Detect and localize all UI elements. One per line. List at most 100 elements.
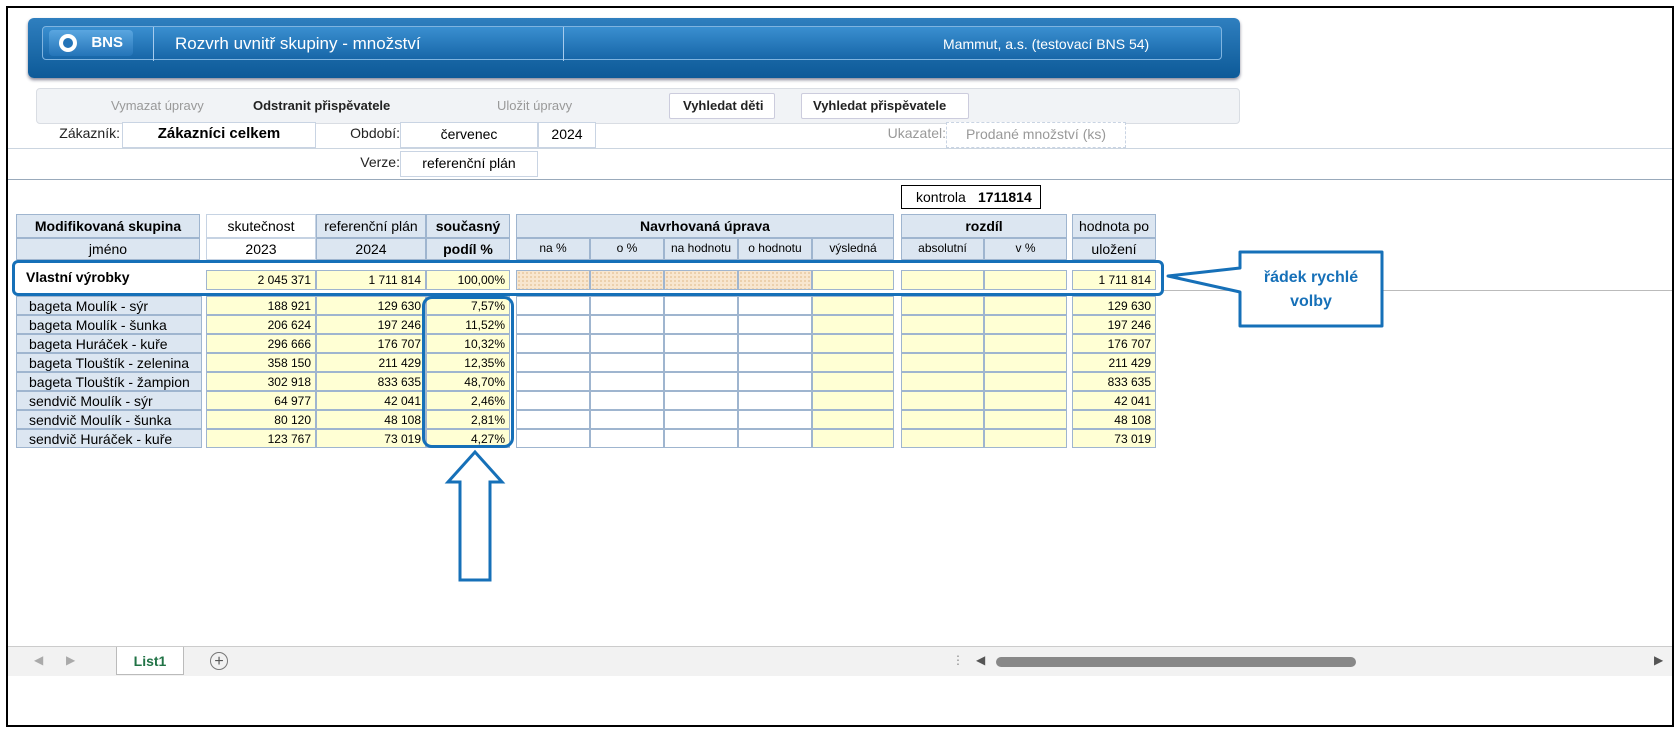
customer-field[interactable]: Zákazníci celkem	[122, 122, 316, 148]
toolbar: Vymazat úpravy Odstranit přispěvatele Ul…	[36, 88, 1240, 124]
row-o-pct-input[interactable]	[590, 429, 664, 448]
row-o-val-input[interactable]	[738, 391, 812, 410]
row-na-pct-input[interactable]	[516, 429, 590, 448]
row-result	[812, 429, 894, 448]
row-o-val-input[interactable]	[738, 296, 812, 315]
version-field[interactable]: referenční plán	[400, 151, 538, 177]
row-v-pct	[984, 315, 1067, 334]
row-after: 211 429	[1072, 353, 1156, 372]
row-ref: 42 041	[316, 391, 426, 410]
add-sheet-icon[interactable]: +	[210, 652, 228, 670]
row-absolute	[901, 372, 984, 391]
app-header: BNS Rozvrh uvnitř skupiny - množství Mam…	[28, 18, 1240, 78]
scroll-right-icon[interactable]: ▶	[1654, 653, 1663, 667]
row-name[interactable]: bageta Tlouštík - zelenina	[16, 353, 202, 372]
row-o-pct-input[interactable]	[590, 315, 664, 334]
share-column-callout	[422, 296, 514, 448]
row-o-val-input[interactable]	[738, 372, 812, 391]
scroll-left-icon[interactable]: ◀	[976, 653, 985, 667]
row-actual: 296 666	[206, 334, 316, 353]
row-v-pct	[984, 296, 1067, 315]
save-edits-button[interactable]: Uložit úpravy	[497, 95, 572, 117]
find-contributor-button[interactable]: Vyhledat přispěvatele	[813, 95, 946, 117]
row-after: 42 041	[1072, 391, 1156, 410]
indicator-label: Ukazatel:	[887, 125, 946, 141]
header-group: Modifikovaná skupina	[16, 214, 200, 238]
row-na-val-input[interactable]	[664, 315, 738, 334]
row-name[interactable]: bageta Moulík - sýr	[16, 296, 202, 315]
row-absolute	[901, 391, 984, 410]
annotation-text-line2: volby	[1290, 293, 1332, 310]
row-na-pct-input[interactable]	[516, 372, 590, 391]
row-o-pct-input[interactable]	[590, 334, 664, 353]
row-na-pct-input[interactable]	[516, 296, 590, 315]
row-actual: 206 624	[206, 315, 316, 334]
row-after: 73 019	[1072, 429, 1156, 448]
period-year-field[interactable]: 2024	[538, 122, 596, 148]
remove-contributor-button[interactable]: Odstranit přispěvatele	[253, 95, 390, 117]
row-absolute	[901, 315, 984, 334]
row-name[interactable]: sendvič Huráček - kuře	[16, 429, 202, 448]
quick-row-callout	[12, 260, 1164, 296]
row-na-pct-input[interactable]	[516, 353, 590, 372]
logo-text: BNS	[91, 34, 123, 51]
row-o-val-input[interactable]	[738, 315, 812, 334]
next-sheet-icon[interactable]: ▶	[66, 653, 75, 667]
row-name[interactable]: bageta Tlouštík - žampion	[16, 372, 202, 391]
row-name[interactable]: sendvič Moulík - sýr	[16, 391, 202, 410]
form-bottom-divider	[8, 179, 1672, 180]
indicator-field[interactable]: Prodané množství (ks)	[946, 122, 1126, 148]
row-na-val-input[interactable]	[664, 353, 738, 372]
clear-edits-button[interactable]: Vymazat úpravy	[111, 95, 204, 117]
row-na-pct-input[interactable]	[516, 391, 590, 410]
row-name[interactable]: sendvič Moulík - šunka	[16, 410, 202, 429]
header-separator	[153, 27, 154, 61]
app-header-inner: BNS Rozvrh uvnitř skupiny - množství Mam…	[42, 26, 1222, 61]
row-o-pct-input[interactable]	[590, 353, 664, 372]
row-ref: 48 108	[316, 410, 426, 429]
row-absolute	[901, 334, 984, 353]
header-ref-plan: referenční plán	[316, 214, 426, 238]
horizontal-scrollbar-thumb[interactable]	[996, 657, 1356, 667]
period-month-field[interactable]: červenec	[400, 122, 538, 148]
header-after-save: hodnota po	[1072, 214, 1156, 238]
row-o-val-input[interactable]	[738, 353, 812, 372]
row-na-pct-input[interactable]	[516, 334, 590, 353]
company-name: Mammut, a.s. (testovací BNS 54)	[943, 36, 1150, 52]
header-proposed: Navrhovaná úprava	[516, 214, 894, 238]
row-na-pct-input[interactable]	[516, 410, 590, 429]
row-o-pct-input[interactable]	[590, 410, 664, 429]
sheet-tab[interactable]: List1	[116, 647, 184, 675]
scroll-split-icon[interactable]: ⋮	[952, 653, 964, 667]
row-na-pct-input[interactable]	[516, 315, 590, 334]
row-o-val-input[interactable]	[738, 334, 812, 353]
row-na-val-input[interactable]	[664, 410, 738, 429]
prev-sheet-icon[interactable]: ◀	[34, 653, 43, 667]
row-name[interactable]: bageta Moulík - šunka	[16, 315, 202, 334]
row-o-pct-input[interactable]	[590, 296, 664, 315]
row-v-pct	[984, 429, 1067, 448]
find-children-button[interactable]: Vyhledat děti	[683, 95, 763, 117]
row-ref: 73 019	[316, 429, 426, 448]
row-actual: 358 150	[206, 353, 316, 372]
row-o-val-input[interactable]	[738, 429, 812, 448]
row-after: 176 707	[1072, 334, 1156, 353]
row-o-pct-input[interactable]	[590, 372, 664, 391]
row-v-pct	[984, 353, 1067, 372]
row-actual: 123 767	[206, 429, 316, 448]
row-o-val-input[interactable]	[738, 410, 812, 429]
row-after: 129 630	[1072, 296, 1156, 315]
row-o-pct-input[interactable]	[590, 391, 664, 410]
row-result	[812, 315, 894, 334]
row-na-val-input[interactable]	[664, 334, 738, 353]
row-na-val-input[interactable]	[664, 429, 738, 448]
header-diff: rozdíl	[901, 214, 1067, 238]
row-name[interactable]: bageta Huráček - kuře	[16, 334, 202, 353]
row-result	[812, 410, 894, 429]
row-na-val-input[interactable]	[664, 372, 738, 391]
row-na-val-input[interactable]	[664, 391, 738, 410]
bns-logo-button[interactable]: BNS	[49, 30, 133, 56]
header-actual-year: 2023	[206, 238, 316, 260]
row-na-val-input[interactable]	[664, 296, 738, 315]
row-ref: 197 246	[316, 315, 426, 334]
